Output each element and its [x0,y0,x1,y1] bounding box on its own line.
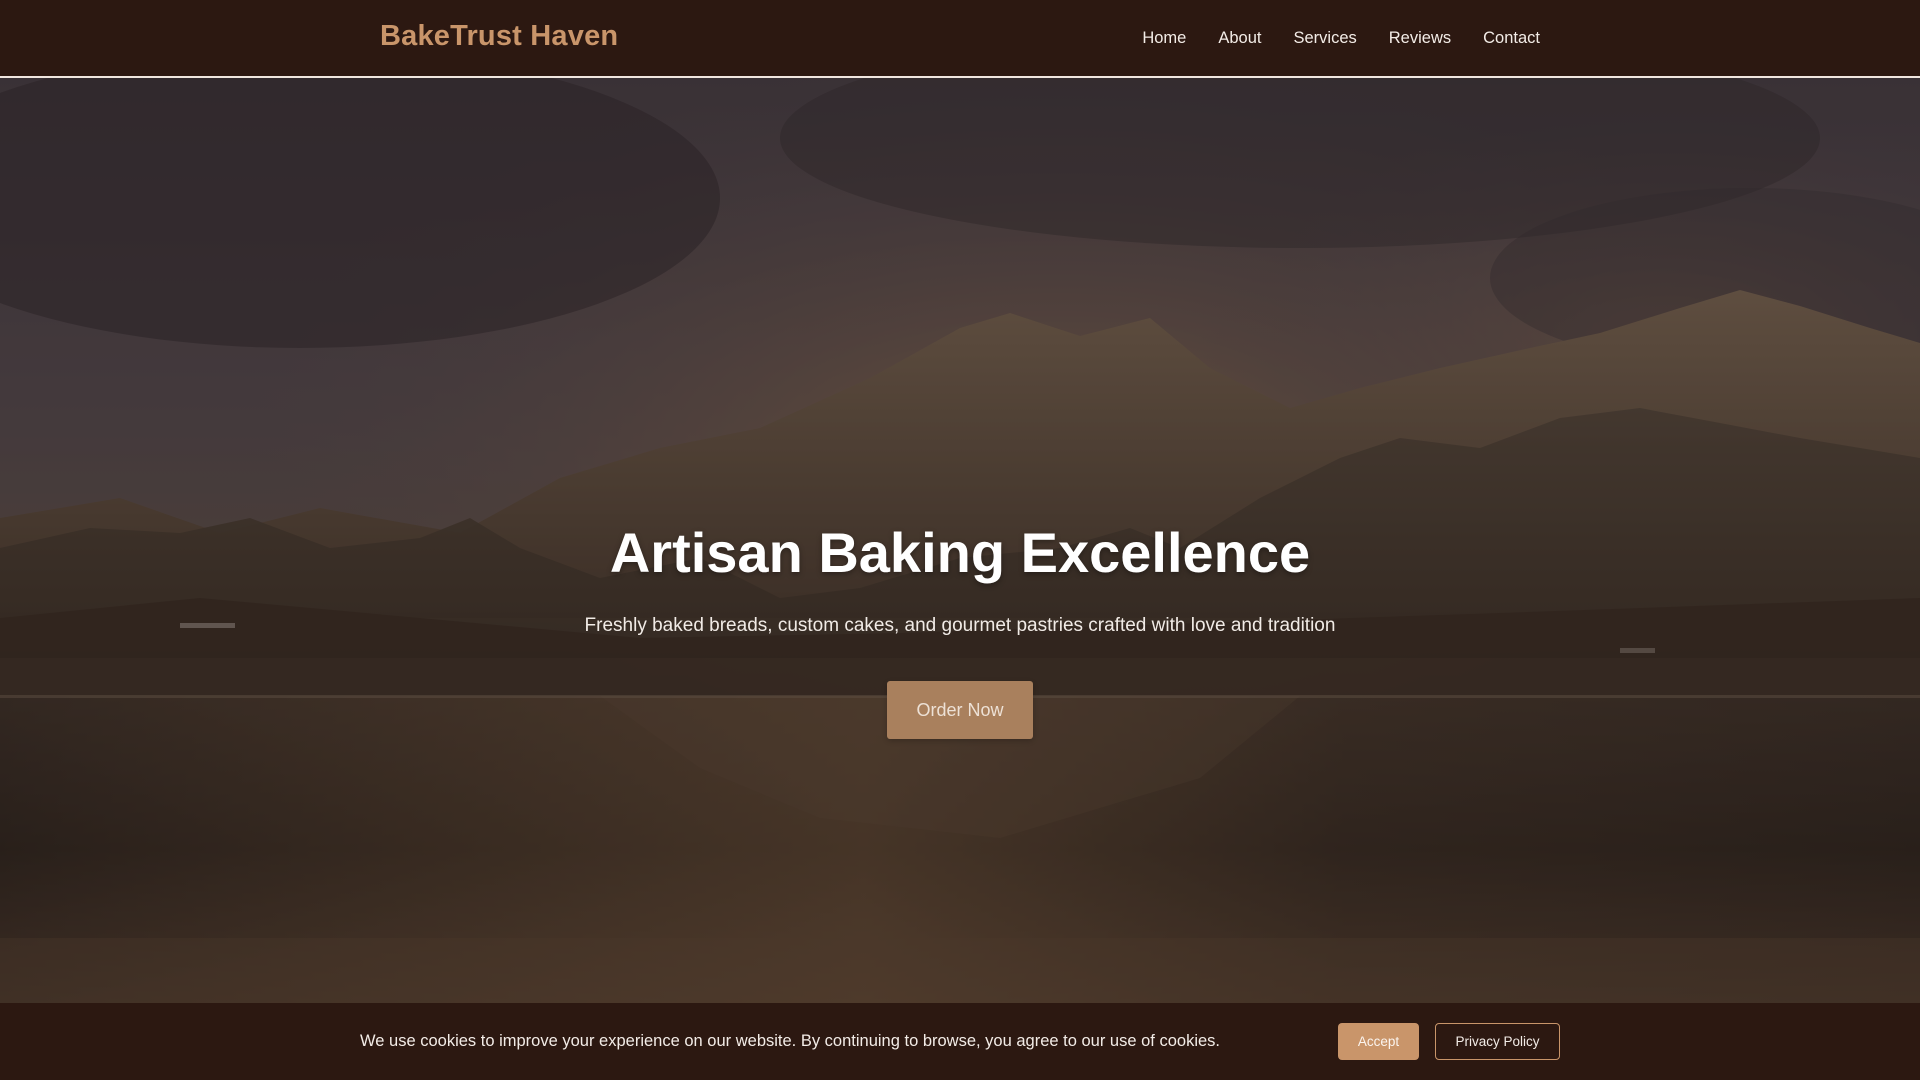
cookie-banner: We use cookies to improve your experienc… [0,1003,1920,1080]
order-now-button[interactable]: Order Now [887,681,1033,739]
privacy-policy-button[interactable]: Privacy Policy [1435,1023,1560,1060]
nav-link-about[interactable]: About [1218,29,1261,48]
brand-logo[interactable]: BakeTrust Haven [380,20,618,53]
nav-link-reviews[interactable]: Reviews [1389,29,1451,48]
nav-link-contact[interactable]: Contact [1483,29,1540,48]
nav-link-home[interactable]: Home [1142,29,1186,48]
nav-link-services[interactable]: Services [1293,29,1356,48]
hero-title: Artisan Baking Excellence [609,521,1311,584]
site-header: BakeTrust Haven Home About Services Revi… [0,0,1920,78]
hero-content: Artisan Baking Excellence Freshly baked … [0,78,1920,1003]
hero-subtitle: Freshly baked breads, custom cakes, and … [584,615,1336,636]
main-nav: Home About Services Reviews Contact [1142,0,1540,76]
accept-cookies-button[interactable]: Accept [1338,1023,1419,1060]
cookie-message: We use cookies to improve your experienc… [360,1032,1220,1050]
hero-section: Artisan Baking Excellence Freshly baked … [0,78,1920,1003]
